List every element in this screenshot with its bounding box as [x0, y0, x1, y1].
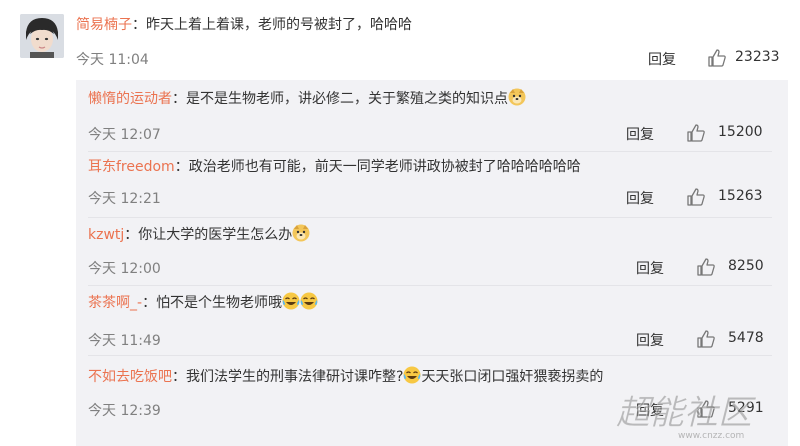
comment-username[interactable]: 简易楠子 — [76, 17, 132, 33]
list-item: 不如去吃饭吧：我们法学生的刑事法律研讨课咋整? 天天张口闭口强奸猥亵拐卖的 今天 … — [88, 362, 772, 422]
reply-text: 你让大学的医学生怎么办 — [138, 227, 293, 243]
reply-username[interactable]: 不如去吃饭吧 — [88, 369, 172, 385]
like-count: 5291 — [728, 400, 764, 416]
reply-username[interactable]: 懒惰的运动者 — [88, 91, 172, 107]
reply-button[interactable]: 回复 — [636, 330, 664, 350]
reply-time: 今天 12:07 — [88, 127, 161, 143]
avatar[interactable] — [20, 14, 64, 58]
separator: ： — [172, 369, 186, 385]
thumbs-up-icon[interactable] — [696, 399, 716, 419]
separator: ： — [172, 91, 186, 107]
like-count: 8250 — [728, 258, 764, 274]
like-count: 5478 — [728, 330, 764, 346]
list-item: 茶茶啊_-：怕不是个生物老师哦 今天 11:49 回复 5478 — [88, 290, 772, 356]
reply-time: 今天 11:49 — [88, 333, 161, 349]
doge-emoji-icon — [508, 88, 526, 106]
thumbs-up-icon[interactable] — [686, 123, 706, 143]
main-comment-line: 简易楠子：昨天上着上着课，老师的号被封了，哈哈哈 — [76, 14, 784, 36]
comment-meta: 今天 11:04 回复 23233 — [76, 46, 784, 72]
thumbs-up-icon[interactable] — [696, 257, 716, 277]
doge-emoji-icon — [292, 224, 310, 242]
separator: ： — [132, 17, 146, 33]
list-item: 耳东freedom：政治老师也有可能，前天一同学老师讲政协被封了哈哈哈哈哈哈 今… — [88, 152, 772, 218]
separator: ： — [142, 295, 157, 311]
divider — [88, 355, 772, 356]
reply-text-continued: 天天张口闭口强奸猥亵拐卖的 — [421, 369, 604, 385]
reply-text: 政治老师也有可能，前天一同学老师讲政协被封了哈哈哈哈哈哈 — [188, 159, 581, 175]
thumbs-up-icon[interactable] — [696, 329, 716, 349]
reply-username[interactable]: 茶茶啊_- — [88, 295, 142, 311]
reply-list: 懒惰的运动者：是不是生物老师，讲必修二，关于繁殖之类的知识点 今天 12:07 … — [76, 80, 788, 446]
laugh-cry-emoji-icon — [282, 292, 300, 310]
like-count: 23233 — [735, 49, 780, 65]
main-comment: 简易楠子：昨天上着上着课，老师的号被封了，哈哈哈 今天 11:04 回复 232… — [76, 14, 784, 72]
reply-username[interactable]: kzwtj — [88, 227, 124, 243]
reply-button[interactable]: 回复 — [636, 258, 664, 278]
reply-button[interactable]: 回复 — [648, 49, 676, 69]
reply-button[interactable]: 回复 — [636, 400, 664, 420]
like-count: 15200 — [718, 124, 763, 140]
divider — [88, 217, 772, 218]
reply-username[interactable]: 耳东freedom — [88, 159, 175, 175]
comment-time: 今天 11:04 — [76, 52, 149, 68]
reply-time: 今天 12:39 — [88, 403, 161, 419]
reply-text: 是不是生物老师，讲必修二，关于繁殖之类的知识点 — [186, 91, 508, 107]
reply-button[interactable]: 回复 — [626, 188, 654, 208]
reply-text: 怕不是个生物老师哦 — [156, 295, 283, 311]
list-item: kzwtj：你让大学的医学生怎么办 今天 12:00 回复 8250 — [88, 220, 772, 286]
separator: ： — [174, 159, 189, 175]
reply-time: 今天 12:00 — [88, 261, 161, 277]
separator: ： — [124, 227, 139, 243]
reply-time: 今天 12:21 — [88, 191, 161, 207]
reply-button[interactable]: 回复 — [626, 124, 654, 144]
thumbs-up-icon[interactable] — [707, 48, 727, 68]
reply-text: 我们法学生的刑事法律研讨课咋整? — [186, 369, 404, 385]
laugh-cry-emoji-icon — [300, 292, 318, 310]
divider — [88, 285, 772, 286]
like-count: 15263 — [718, 188, 763, 204]
list-item: 懒惰的运动者：是不是生物老师，讲必修二，关于繁殖之类的知识点 今天 12:07 … — [88, 86, 772, 152]
thumbs-up-icon[interactable] — [686, 187, 706, 207]
laugh-cry-emoji-icon — [403, 366, 421, 384]
comment-text: 昨天上着上着课，老师的号被封了，哈哈哈 — [146, 17, 412, 33]
